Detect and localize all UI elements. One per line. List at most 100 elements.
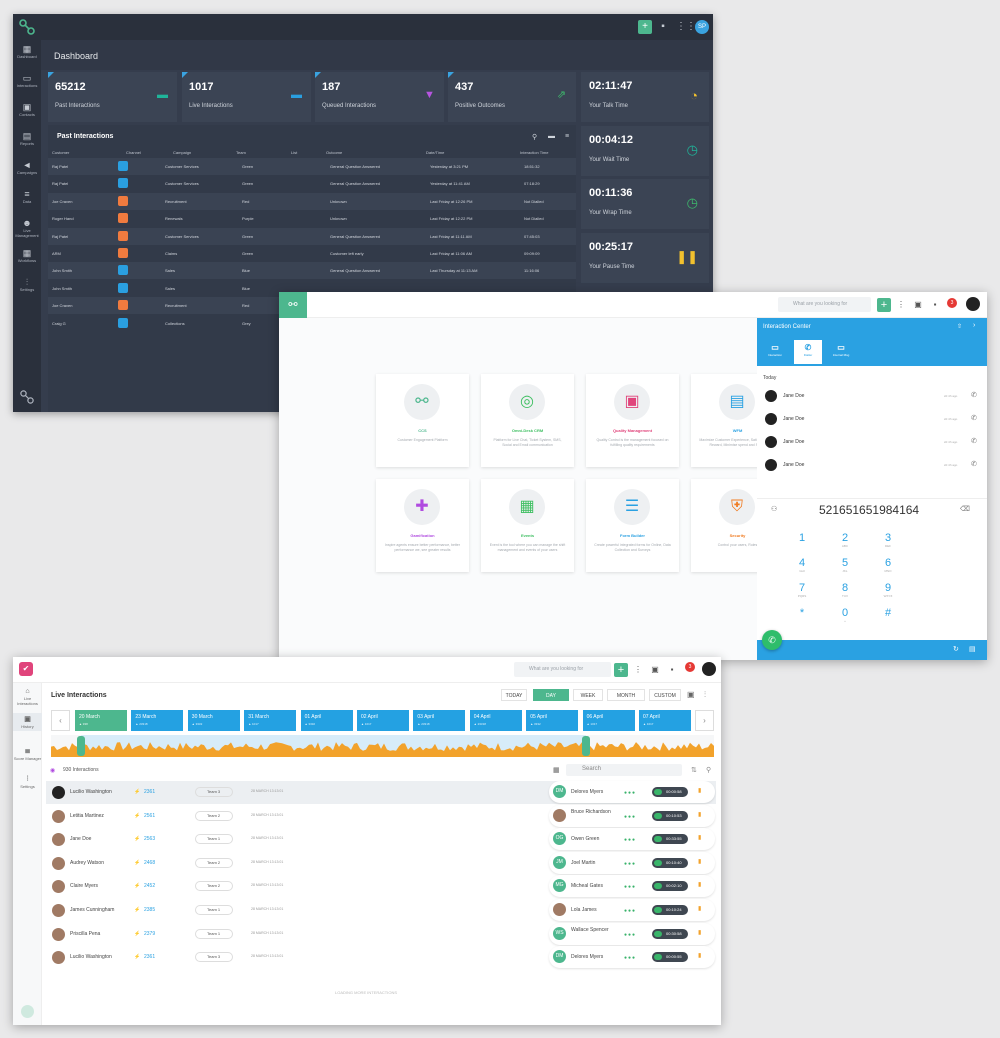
app-card[interactable]: ☰ Form Builder Create powerful integrated … <box>586 479 679 572</box>
apps-icon[interactable]: ⋮ <box>896 300 906 310</box>
notification-badge[interactable]: 3 <box>947 298 957 308</box>
dial-number[interactable]: 521651651984164 <box>819 503 919 517</box>
agent-card[interactable]: Bruce Richardson ●●● 00:10:53 ▮ <box>549 804 715 827</box>
date-chip[interactable]: 23 March ▲ 23318 <box>131 710 184 731</box>
app-card[interactable]: ▣ Quality Management Quality Control is th… <box>586 374 679 467</box>
add-icon[interactable]: + <box>638 20 652 34</box>
calendar-icon[interactable]: ▣ <box>913 300 923 310</box>
chat-icon[interactable]: ▪ <box>930 300 940 310</box>
tab-interaction[interactable]: ▭ Interaction <box>761 340 789 364</box>
tab-today[interactable]: TODAY <box>501 689 527 701</box>
table-row[interactable]: John Smith Sales Blue General Question Answ… <box>48 262 576 280</box>
tab-internal-msg[interactable]: ▭ Internal Msg <box>827 340 855 364</box>
search-icon[interactable]: ⚲ <box>532 133 537 141</box>
sidebar-item-workflows[interactable]: ▦ Workflows <box>13 248 41 263</box>
view-icon[interactable]: ▬ <box>548 133 555 140</box>
keypad-key[interactable]: 1 <box>787 532 817 544</box>
phone-icon[interactable]: ✆ <box>971 460 977 468</box>
date-chip[interactable]: 07 April ▲ 1017 <box>639 710 691 731</box>
tab-day[interactable]: DAY <box>533 689 569 701</box>
keypad-key[interactable]: 6 MNO <box>873 557 903 573</box>
date-chip[interactable]: 02 April ▲ 1017 <box>357 710 409 731</box>
phone-icon[interactable]: ✆ <box>971 414 977 422</box>
sidebar-item-campaigns[interactable]: ◄ Campaigns <box>13 160 41 175</box>
sidebar-item-live-management[interactable]: ☻ Live Management <box>13 218 41 238</box>
date-chip[interactable]: 20 March ▲ 938 <box>75 710 127 731</box>
chevron-right-icon[interactable]: › <box>973 322 975 329</box>
calendar-icon[interactable]: ▣ <box>687 690 695 699</box>
network-logo-icon[interactable]: ⚯ <box>279 292 307 318</box>
table-row[interactable]: ARM Claims Green Customer left early Last Fr… <box>48 245 576 262</box>
date-chip[interactable]: 03 April ▲ 23318 <box>413 710 466 731</box>
phone-icon[interactable]: ✆ <box>971 391 977 399</box>
date-chip[interactable]: 30 March ▲ 3332 <box>187 710 240 731</box>
table-row[interactable]: Audrey Watson ⚡ 2468 Team 2 28 MARCH 13:13:0… <box>46 851 716 875</box>
table-row[interactable]: Lucilio Washington ⚡ 2361 Team 3 28 MARCH 13… <box>46 781 716 804</box>
table-row[interactable]: Raj Patel Customer Services Green General Q… <box>48 227 576 245</box>
sidebar-item-settings[interactable]: ⫶ Settings <box>13 775 42 789</box>
agent-card[interactable]: Lola James ●●● 00:10:24 ▮ <box>549 899 715 921</box>
add-button[interactable]: + <box>614 663 628 677</box>
table-row[interactable]: Raj Patel Customer Services Green General Q… <box>48 175 576 193</box>
prev-date-button[interactable]: ‹ <box>51 710 70 731</box>
contact-row[interactable]: Jane Doe 2d 4h ago ✆ <box>763 456 983 476</box>
agent-card[interactable]: JM Joel Martin ●●● 00:10:40 ▮ <box>549 851 715 874</box>
date-chip[interactable]: 01 April ▲ 3332 <box>300 710 353 731</box>
range-handle[interactable] <box>77 736 85 756</box>
keypad-key[interactable]: # <box>873 607 903 619</box>
table-row[interactable]: Raj Patel Customer Services Green General Q… <box>48 158 576 175</box>
sidebar-item-settings[interactable]: ⫶ Settings <box>13 277 41 292</box>
notification-badge[interactable]: 3 <box>685 662 695 672</box>
activity-timeline[interactable] <box>51 735 714 757</box>
sidebar-item-live-interactions[interactable]: ⌂ Live Interactions <box>13 687 42 706</box>
table-row[interactable]: James Cunningham ⚡ 2385 Team 1 28 MARCH 13:1… <box>46 899 716 922</box>
sidebar-item-contacts[interactable]: ▣ Contacts <box>13 102 41 117</box>
keypad-key[interactable]: 2 ABC <box>830 532 860 548</box>
table-row[interactable]: Lucilio Washington ⚡ 2361 Team 3 28 MARCH 13… <box>46 946 716 969</box>
app-card[interactable]: ◎ Omni-Desk CRM Platform for Live Chat, Ti… <box>481 374 574 467</box>
tab-week[interactable]: WEEK <box>573 689 603 701</box>
table-row[interactable]: Joe Craven Recruitment Red Unknown Last Frid… <box>48 192 576 210</box>
pin-icon[interactable]: ⇧ <box>957 323 962 330</box>
filter-icon[interactable]: ⚲ <box>706 766 711 774</box>
range-handle[interactable] <box>582 736 590 756</box>
agent-card[interactable]: WS Wallace Spencer ●●● 00:30:58 ▮ <box>549 922 715 945</box>
list-search-input[interactable]: Search <box>566 764 682 776</box>
grid-view-icon[interactable]: ▦ <box>553 766 560 774</box>
tab-dialler[interactable]: ✆ Dialler <box>794 340 822 364</box>
sidebar-item-history[interactable]: ▣ History <box>13 713 42 731</box>
table-row[interactable]: Jane Doe ⚡ 2563 Team 1 28 MARCH 13:13:01 OG Ow… <box>46 828 716 851</box>
sidebar-item-reports[interactable]: ▤ Reports <box>13 131 41 146</box>
chat-icon[interactable]: ▪ <box>656 20 670 34</box>
tab-month[interactable]: MONTH <box>607 689 645 701</box>
keypad-key[interactable]: 3 DEF <box>873 532 903 548</box>
keypad-key[interactable]: 9 WXYZ <box>873 582 903 598</box>
contact-row[interactable]: Jane Doe 2d 4h ago ✆ <box>763 410 983 430</box>
user-avatar[interactable] <box>21 1005 34 1018</box>
sidebar-item-dashboard[interactable]: ▦ Dashboard <box>13 44 41 59</box>
sort-icon[interactable]: ⇅ <box>691 766 697 774</box>
network-logo-icon[interactable] <box>19 19 35 35</box>
keyboard-icon[interactable]: ▤ <box>969 645 976 653</box>
app-card[interactable]: ▦ Events Event is the tool where you can m… <box>481 479 574 572</box>
agent-card[interactable]: MG Micheal Gates ●●● 00:02:10 ▮ <box>549 875 715 898</box>
keypad-key[interactable]: 8 TUV <box>830 582 860 598</box>
table-row[interactable]: Priscilla Pena ⚡ 2379 Team 1 28 MARCH 13:13:… <box>46 922 716 946</box>
add-button[interactable]: + <box>877 298 891 312</box>
date-chip[interactable]: 04 April ▲ 23318 <box>469 710 522 731</box>
agent-card[interactable]: DM Delores Myers ●●● 00:00:55 ▮ <box>549 946 715 969</box>
search-input[interactable]: What are you looking for <box>514 662 611 677</box>
sidebar-item-interactions[interactable]: ▭ Interactions <box>13 73 41 88</box>
filter-icon[interactable]: ≡ <box>565 133 569 140</box>
history-icon[interactable]: ↻ <box>953 645 959 653</box>
keypad-key[interactable]: 4 GHI <box>787 557 817 573</box>
keypad-key[interactable]: 7 PQRS <box>787 582 817 598</box>
tab-custom[interactable]: CUSTOM <box>649 689 681 701</box>
avatar[interactable] <box>966 297 980 311</box>
add-contact-icon[interactable]: ⚇ <box>771 505 777 513</box>
table-row[interactable]: Letitia Martinez ⚡ 2561 Team 2 28 MARCH 13:1… <box>46 804 716 828</box>
sidebar-item-data[interactable]: ≡ Data <box>13 189 41 204</box>
keypad-key[interactable]: 5 JKL <box>830 557 860 573</box>
next-date-button[interactable]: › <box>695 710 714 731</box>
apps-icon[interactable]: ⋮ <box>633 665 643 675</box>
